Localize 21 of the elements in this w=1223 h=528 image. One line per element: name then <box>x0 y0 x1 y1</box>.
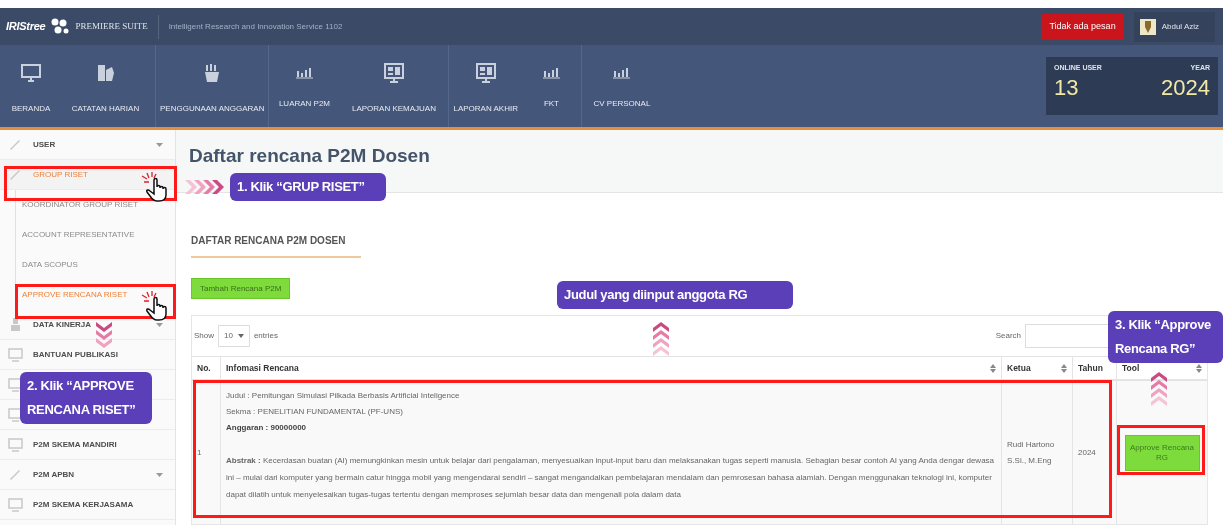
year-cell: 2024 <box>1078 446 1096 459</box>
suite-name: PREMIERE SUITE <box>75 19 148 33</box>
callout-tooltip: 3. Klik “Approve Rencana RG” <box>1108 311 1223 363</box>
row-number: 1 <box>197 446 202 459</box>
leader-name: Rudi Hartono S.Si., M.Eng <box>1007 438 1056 467</box>
search-label: Search <box>995 330 1021 342</box>
callout-tooltip: Judul yang diinput anggota RG <box>557 281 793 309</box>
plan-info-text: Sekma : PENELITIAN FUNDAMENTAL (PF-UNS) <box>226 406 404 418</box>
year-value: 2024 <box>1161 73 1210 102</box>
plan-info-text: Anggaran : 90000000 <box>226 422 308 434</box>
online-user-count: 13 <box>1054 73 1080 102</box>
logo-text: IRIStree <box>6 19 46 35</box>
plan-info-text: Abstrak : Kecerdasan buatan (AI) memungkinkan mesin untuk belajar dari pengalaman, menyesuaikan input-input baru dan melaksanakan tugas seperti manusia. Sebagian besar contoh AI yang Anda dengar dewasa ini – mulai dari komputer yang bermain catur hingga mobil yang mengendarai sendiri – sangat mengandalkan pembelajaran mendalam dan pemrosesan bahasa alamiah. Dengan menggunakan teknologi ini, komputer dapat dilatih untuk menyelesaikan tugas-tugas tertentu dengan memproses sejumlah besar data dan mengenali pola dalam data <box>226 455 996 501</box>
callout-tooltip: 2. Klik “APPROVE RENCANA RISET” <box>20 372 152 424</box>
tagline-text: Intelligent Research and Innovation Service 1102 <box>168 20 343 33</box>
show-label: Show <box>194 330 214 342</box>
page-title: Daftar rencana P2M Dosen <box>189 144 430 168</box>
panel-title: DAFTAR RENCANA P2M DOSEN <box>191 233 347 248</box>
callout-tooltip: 1. Klik “GRUP RISET” <box>230 173 386 201</box>
plan-info-text: Judul : Pemitungan Simulasi Pilkada Berbasis Artificial Inteligence <box>226 390 461 402</box>
entries-label: entries <box>253 330 278 342</box>
